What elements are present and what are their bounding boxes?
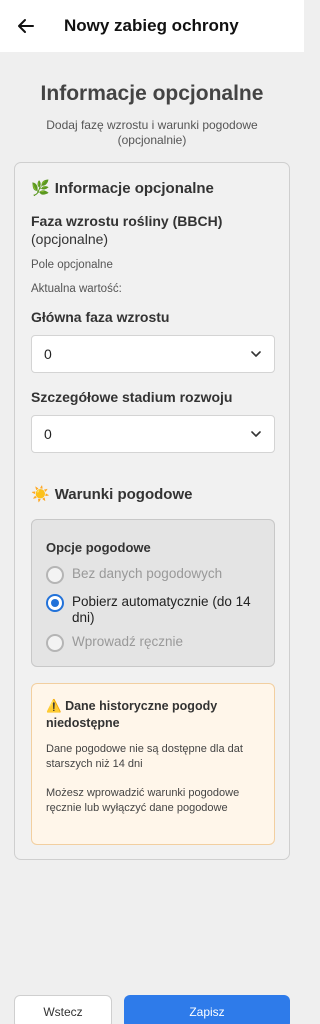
radio-button-checked[interactable] <box>46 594 64 612</box>
radio-button[interactable] <box>46 566 64 584</box>
page-subtitle: Dodaj fazę wzrostu i warunki pogodowe (o… <box>46 118 258 147</box>
main-phase-label: Główna faza wzrostu <box>31 309 170 325</box>
detail-stage-label: Szczegółowe stadium rozwoju <box>31 389 233 405</box>
leaf-icon: 🌿 <box>31 180 50 197</box>
current-value-note: Aktualna wartość: <box>31 283 122 295</box>
detail-stage-value: 0 <box>44 426 52 442</box>
warning-title: ⚠️ Dane historyczne pogody niedostępne <box>46 698 266 732</box>
optional-section-title: 🌿 Informacje opcjonalne <box>31 179 214 198</box>
weather-option-manual[interactable]: Wprowadź ręcznie <box>46 634 183 652</box>
optional-field-note: Pole opcjonalne <box>31 259 113 271</box>
main-phase-value: 0 <box>44 346 52 362</box>
weather-option-auto[interactable]: Pobierz automatycznie (do 14 dni) <box>46 594 268 626</box>
arrow-left-icon <box>18 19 34 33</box>
back-footer-button[interactable]: Wstecz <box>14 995 112 1024</box>
weather-option-none[interactable]: Bez danych pogodowych <box>46 566 222 584</box>
weather-options-title: Opcje pogodowe <box>46 540 151 555</box>
weather-section-title: ☀️ Warunki pogodowe <box>31 485 193 504</box>
warning-icon: ⚠️ <box>46 699 62 713</box>
sun-icon: ☀️ <box>31 486 50 503</box>
main-phase-select[interactable]: 0 <box>31 335 275 373</box>
weather-warning: ⚠️ Dane historyczne pogody niedostępne D… <box>31 683 275 845</box>
page-title: Informacje opcjonalne <box>40 82 264 105</box>
detail-stage-select[interactable]: 0 <box>31 415 275 453</box>
app-bar: Nowy zabieg ochrony <box>0 0 304 52</box>
weather-section-title-text: Warunki pogodowe <box>54 485 193 503</box>
app-bar-title: Nowy zabieg ochrony <box>64 16 239 35</box>
warning-text: Dane pogodowe nie są dostępne dla dat st… <box>46 743 243 770</box>
weather-option-label: Bez danych pogodowych <box>72 566 223 581</box>
weather-options-box: Opcje pogodowe Bez danych pogodowych Pob… <box>31 519 275 667</box>
warning-title-text: Dane historyczne pogody niedostępne <box>46 699 218 730</box>
optional-section-title-text: Informacje opcjonalne <box>54 179 214 197</box>
radio-button[interactable] <box>46 634 64 652</box>
weather-option-label: Wprowadź ręcznie <box>72 634 184 649</box>
save-button[interactable]: Zapisz <box>124 995 290 1024</box>
chevron-down-icon <box>251 351 261 357</box>
warning-text: Możesz wprowadzić warunki pogodowe ręczn… <box>46 787 240 814</box>
bbch-label: Faza wzrostu rośliny (BBCH) <box>31 213 223 229</box>
back-button[interactable] <box>0 0 52 52</box>
weather-option-label: Pobierz automatycznie (do 14 dni) <box>72 594 251 625</box>
chevron-down-icon <box>251 431 261 437</box>
bbch-optional-note: (opcjonalne) <box>31 231 109 247</box>
optional-info-card: 🌿 Informacje opcjonalne Faza wzrostu roś… <box>14 162 290 860</box>
